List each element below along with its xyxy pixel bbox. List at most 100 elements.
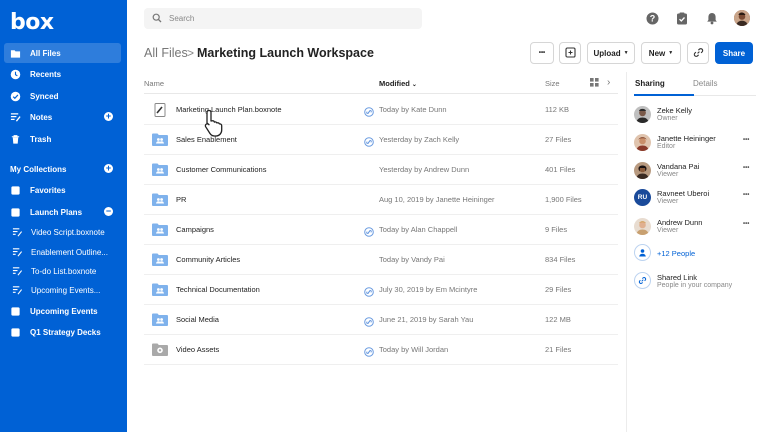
breadcrumb-all-files[interactable]: All Files [144,46,188,60]
sidebar-item-label: Video Script.boxnote [31,227,105,237]
column-header-name[interactable]: Name [144,79,164,88]
sidebar: box All Files Recents Synced Notes + Tra… [0,0,127,432]
collaborator[interactable]: Andrew Dunn Viewer ••• [634,218,756,240]
add-collection-icon[interactable]: + [104,164,113,173]
file-size: 27 Files [545,135,572,144]
more-options-icon[interactable]: ••• [743,137,749,143]
table-row[interactable]: Customer Communications Yesterday by And… [144,155,618,185]
share-button[interactable]: Share [715,42,753,64]
file-name[interactable]: Video Assets [176,345,219,354]
file-size: 21 Files [545,345,572,354]
avatar [634,134,651,151]
collaborator-name: Janette Heininger [657,134,716,143]
help-icon[interactable]: ? [645,11,659,25]
file-name[interactable]: Campaigns [176,225,214,234]
shared-link[interactable]: Shared Link People in your company [634,272,754,294]
sidebar-subitem-upcoming-events[interactable]: Upcoming Events... [12,282,122,298]
search-bar[interactable] [144,8,422,29]
sidebar-item-all-files[interactable]: All Files [4,43,121,63]
sidebar-item-label: Enablement Outline... [31,247,108,257]
tasks-icon[interactable] [675,11,689,25]
sidebar-item-notes[interactable]: Notes + [4,107,121,127]
note-icon [12,227,23,238]
chevron-right-icon[interactable]: › [607,77,610,88]
more-options-button[interactable]: ••• [530,42,554,64]
collaborator[interactable]: Vandana Pai Viewer ••• [634,162,756,184]
svg-text:?: ? [649,13,655,23]
sidebar-item-q1-strategy-decks[interactable]: Q1 Strategy Decks [4,322,121,342]
file-name[interactable]: Social Media [176,315,219,324]
more-options-icon[interactable]: ••• [743,165,749,171]
collaborator[interactable]: RU Ravneet Uberoi Viewer ••• [634,189,756,211]
avatar [634,106,651,123]
box-logo[interactable]: box [10,10,54,35]
hand-cursor-icon [203,108,227,138]
table-row[interactable]: PR Aug 10, 2019 by Janette Heininger 1,9… [144,185,618,215]
boxnote-icon [152,103,168,117]
sidebar-my-collections[interactable]: My Collections + [4,159,121,179]
shared-folder-icon [152,223,168,236]
sidebar-subitem-video-script[interactable]: Video Script.boxnote [12,224,122,240]
trash-icon [10,134,21,145]
sidebar-subitem-enablement-outline[interactable]: Enablement Outline... [12,244,122,260]
new-button[interactable]: New ▼ [641,42,681,64]
avatar: RU [634,189,651,206]
sidebar-item-launch-plans[interactable]: Launch Plans − [4,202,121,222]
more-options-icon[interactable]: ••• [743,192,749,198]
archive-folder-icon [152,343,168,356]
file-name[interactable]: Technical Documentation [176,285,260,294]
collapse-icon[interactable]: − [104,207,113,216]
favorites-icon [10,185,21,196]
header-divider [144,93,618,94]
collaborator[interactable]: Janette Heininger Editor ••• [634,134,756,156]
collaboration-icon [364,284,374,297]
table-row[interactable]: Technical Documentation July 30, 2019 by… [144,275,618,305]
sidebar-item-upcoming-events[interactable]: Upcoming Events [4,301,121,321]
grid-view-icon[interactable] [590,78,599,89]
add-note-icon[interactable]: + [104,112,113,121]
note-add-icon [564,46,576,60]
file-size: 112 KB [545,105,570,114]
file-name[interactable]: PR [176,195,186,204]
breadcrumb-separator: > [187,46,195,60]
user-avatar[interactable] [734,10,750,26]
collaborator[interactable]: Zeke Kelly Owner [634,106,756,128]
tab-sharing[interactable]: Sharing [635,79,665,88]
file-modified: Aug 10, 2019 by Janette Heininger [379,195,495,204]
file-name[interactable]: Marketing Launch Plan.boxnote [176,105,282,114]
new-label: New [648,48,666,58]
bell-icon[interactable] [705,11,719,25]
sidebar-item-label: Launch Plans [30,207,83,217]
copy-link-button[interactable] [687,42,709,64]
table-row[interactable]: Community Articles Today by Vandy Pai 83… [144,245,618,275]
file-size: 29 Files [545,285,572,294]
sidebar-item-synced[interactable]: Synced [4,86,121,106]
shared-folder-icon [152,163,168,176]
sidebar-item-label: Q1 Strategy Decks [30,327,101,337]
upload-label: Upload [593,48,621,58]
collaboration-icon [364,344,374,357]
sidebar-subitem-todo-list[interactable]: To-do List.boxnote [12,263,122,279]
column-header-modified[interactable]: Modified ⌄ [379,79,417,88]
file-name[interactable]: Customer Communications [176,165,266,174]
tab-details[interactable]: Details [693,79,717,88]
sidebar-item-recents[interactable]: Recents [4,64,121,84]
collaborator-name: Ravneet Uberoi [657,189,710,198]
table-row[interactable]: Video Assets Today by Will Jordan 21 Fil… [144,335,618,365]
file-name[interactable]: Community Articles [176,255,240,264]
search-input[interactable] [169,14,409,23]
sidebar-item-trash[interactable]: Trash [4,129,121,149]
sidebar-item-favorites[interactable]: Favorites [4,180,121,200]
upload-button[interactable]: Upload ▼ [587,42,635,64]
table-row[interactable]: Campaigns Today by Alan Chappell 9 Files [144,215,618,245]
table-row[interactable]: Social Media June 21, 2019 by Sarah Yau … [144,305,618,335]
page-title: Marketing Launch Workspace [197,46,374,60]
box-notes-button[interactable] [559,42,581,64]
column-header-size[interactable]: Size [545,79,560,88]
collaborator-role: Viewer [657,227,679,234]
more-people-link[interactable]: +12 People [634,244,754,262]
file-modified: Yesterday by Andrew Dunn [379,165,470,174]
chevron-down-icon: ▼ [623,50,629,56]
more-options-icon[interactable]: ••• [743,221,749,227]
avatar-initials: RU [637,194,648,201]
